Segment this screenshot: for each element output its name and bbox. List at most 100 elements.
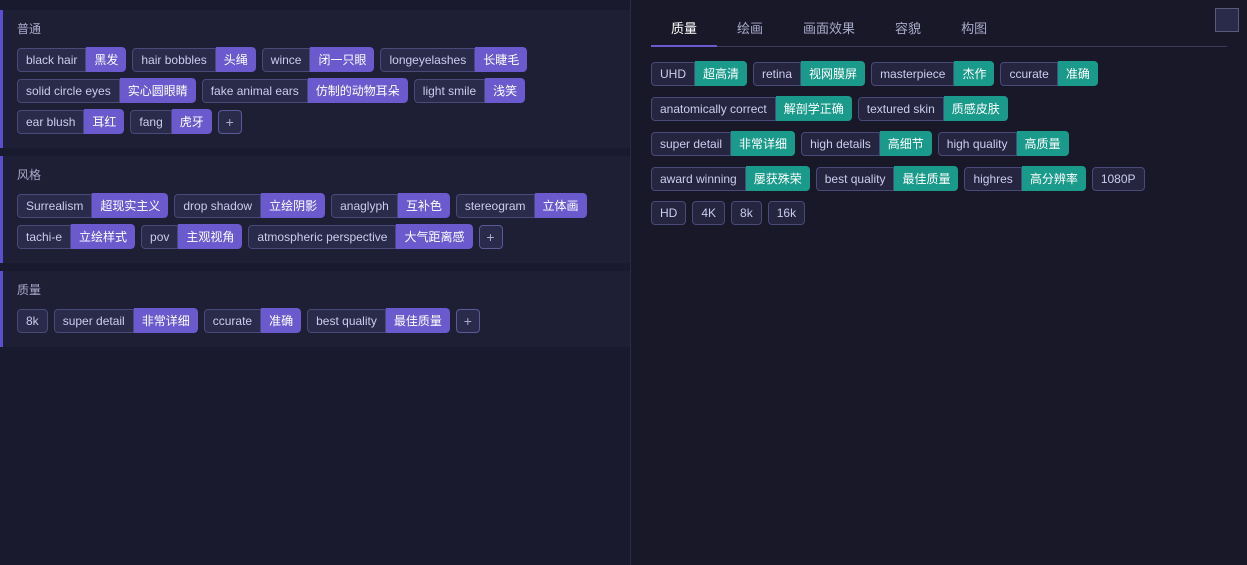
tag[interactable]: Surrealism超现实主义 [17, 193, 168, 218]
right-tag-zh-label: 高细节 [880, 131, 932, 156]
tag[interactable]: super detail非常详细 [54, 308, 198, 333]
right-tag[interactable]: award winning屡获殊荣 [651, 166, 810, 191]
right-tag-en-label: award winning [651, 167, 746, 191]
tab-画面效果[interactable]: 画面效果 [783, 10, 875, 47]
right-tag[interactable]: high quality高质量 [938, 131, 1069, 156]
content-row-1: anatomically correct解剖学正确textured skin质感… [651, 96, 1227, 121]
left-panel: 普通 black hair黑发hair bobbles头绳 wince闭一只眼lon… [0, 0, 630, 565]
tag[interactable]: fake animal ears仿制的动物耳朵 [202, 78, 408, 103]
section-general: 普通 black hair黑发hair bobbles头绳 wince闭一只眼lon… [0, 10, 630, 148]
tag-zh-label: 最佳质量 [386, 308, 450, 333]
right-tag-en-label: masterpiece [871, 62, 954, 86]
right-tag-zh-label: 最佳质量 [894, 166, 958, 191]
tag[interactable]: atmospheric perspective大气距离感 [248, 224, 472, 249]
right-tag-en-label: 8k [731, 201, 762, 225]
right-tag[interactable]: best quality最佳质量 [816, 166, 959, 191]
tag[interactable]: pov主观视角 [141, 224, 242, 249]
right-tag-zh-label: 杰作 [954, 61, 994, 86]
tag[interactable]: fang虎牙 [130, 109, 211, 134]
tag[interactable]: tachi-e立绘样式 [17, 224, 135, 249]
tag[interactable]: wince闭一只眼 [262, 47, 375, 72]
tag-zh-label: 超现实主义 [92, 193, 168, 218]
add-tag-button[interactable]: + [218, 110, 242, 134]
tags-row: 8ksuper detail非常详细ccurate准确best quality最… [17, 308, 616, 333]
tag-en-label: 8k [17, 309, 48, 333]
right-tag[interactable]: UHD超高清 [651, 61, 747, 86]
right-tag-en-label: UHD [651, 62, 695, 86]
section-title: 风格 [17, 166, 616, 183]
tag-en-label: wince [262, 48, 311, 72]
right-tag-zh-label: 非常详细 [731, 131, 795, 156]
right-tag[interactable]: high details高细节 [801, 131, 932, 156]
right-tag[interactable]: HD [651, 201, 686, 225]
tab-容貌[interactable]: 容貌 [875, 10, 941, 47]
tag-zh-label: 互补色 [398, 193, 450, 218]
tag-en-label: Surrealism [17, 194, 92, 218]
tag-en-label: super detail [54, 309, 134, 333]
section-title: 普通 [17, 20, 616, 37]
tag[interactable]: longeyelashes长睫毛 [380, 47, 527, 72]
section-quality: 质量 8ksuper detail非常详细ccurate准确best qualit… [0, 271, 630, 347]
right-tag[interactable]: anatomically correct解剖学正确 [651, 96, 852, 121]
tag[interactable]: solid circle eyes实心圆眼睛 [17, 78, 196, 103]
tag-zh-label: 立体画 [535, 193, 587, 218]
right-tag[interactable]: textured skin质感皮肤 [858, 96, 1008, 121]
right-tag[interactable]: 8k [731, 201, 762, 225]
right-panel: 质量绘画画面效果容貌构图 UHD超高清retina视网膜屏masterpiece… [630, 0, 1247, 565]
tag[interactable]: hair bobbles头绳 [132, 47, 255, 72]
right-tag-zh-label: 高质量 [1017, 131, 1069, 156]
tag-en-label: tachi-e [17, 225, 71, 249]
tag[interactable]: best quality最佳质量 [307, 308, 450, 333]
section-style: 风格 Surrealism超现实主义drop shadow立绘阴影anaglyph… [0, 156, 630, 263]
tag-zh-label: 闭一只眼 [310, 47, 374, 72]
right-tag-en-label: retina [753, 62, 801, 86]
tab-质量[interactable]: 质量 [651, 10, 717, 47]
right-tag-en-label: 16k [768, 201, 805, 225]
right-tag[interactable]: ccurate准确 [1000, 61, 1097, 86]
tag[interactable]: ear blush耳红 [17, 109, 124, 134]
tag-zh-label: 准确 [261, 308, 301, 333]
right-tag[interactable]: 16k [768, 201, 805, 225]
right-tag[interactable]: retina视网膜屏 [753, 61, 865, 86]
tag-zh-label: 立绘样式 [71, 224, 135, 249]
tag[interactable]: black hair黑发 [17, 47, 126, 72]
right-tag[interactable]: highres高分辨率 [964, 166, 1085, 191]
right-tag-en-label: textured skin [858, 97, 944, 121]
tags-row: black hair黑发hair bobbles头绳 wince闭一只眼longe… [17, 47, 616, 134]
tag-zh-label: 立绘阴影 [261, 193, 325, 218]
tag[interactable]: light smile浅笑 [414, 78, 525, 103]
tag-zh-label: 长睫毛 [475, 47, 527, 72]
tab-绘画[interactable]: 绘画 [717, 10, 783, 47]
close-button[interactable] [1215, 8, 1239, 32]
right-tag-en-label: highres [964, 167, 1021, 191]
content-row-0: UHD超高清retina视网膜屏masterpiece杰作ccurate准确 [651, 61, 1227, 86]
section-title: 质量 [17, 281, 616, 298]
tag[interactable]: ccurate准确 [204, 308, 301, 333]
tag-en-label: solid circle eyes [17, 79, 120, 103]
tag-zh-label: 非常详细 [134, 308, 198, 333]
right-tag[interactable]: 4K [692, 201, 725, 225]
right-tag-zh-label: 屡获殊荣 [746, 166, 810, 191]
tag-zh-label: 虎牙 [172, 109, 212, 134]
tab-构图[interactable]: 构图 [941, 10, 1007, 47]
tag[interactable]: 8k [17, 309, 48, 333]
add-tag-button[interactable]: + [479, 225, 503, 249]
tag-en-label: pov [141, 225, 178, 249]
right-tag-en-label: best quality [816, 167, 895, 191]
tag-en-label: atmospheric perspective [248, 225, 396, 249]
right-tag-en-label: high details [801, 132, 880, 156]
right-tag-en-label: super detail [651, 132, 731, 156]
right-tag-zh-label: 高分辨率 [1022, 166, 1086, 191]
tag[interactable]: stereogram立体画 [456, 193, 587, 218]
content-rows: UHD超高清retina视网膜屏masterpiece杰作ccurate准确 an… [651, 61, 1227, 225]
right-tag[interactable]: super detail非常详细 [651, 131, 795, 156]
right-tag[interactable]: masterpiece杰作 [871, 61, 994, 86]
tags-row: Surrealism超现实主义drop shadow立绘阴影anaglyph互补… [17, 193, 616, 249]
tag[interactable]: drop shadow立绘阴影 [174, 193, 325, 218]
add-tag-button[interactable]: + [456, 309, 480, 333]
tag-zh-label: 浅笑 [485, 78, 525, 103]
right-tag[interactable]: 1080P [1092, 167, 1145, 191]
right-tag-en-label: 1080P [1092, 167, 1145, 191]
tag[interactable]: anaglyph互补色 [331, 193, 450, 218]
tag-en-label: stereogram [456, 194, 535, 218]
